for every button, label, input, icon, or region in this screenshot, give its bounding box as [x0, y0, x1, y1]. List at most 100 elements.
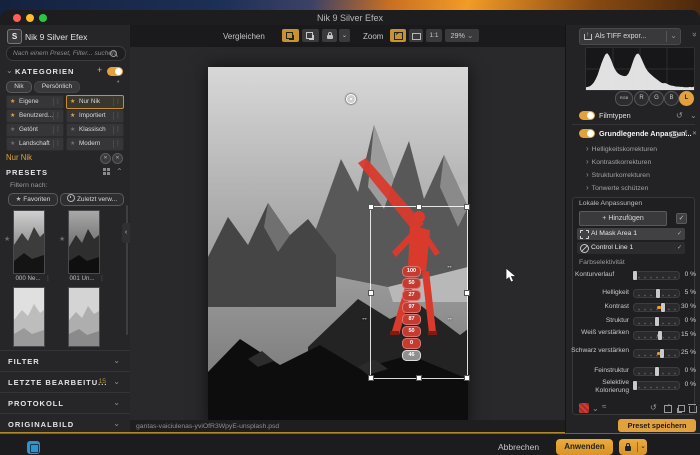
slider-thumb[interactable] [633, 381, 637, 390]
schwarz-verstaerken-slider[interactable] [633, 349, 680, 358]
apply-button[interactable]: Anwenden [556, 439, 613, 455]
collapse-panel-icon[interactable]: « [689, 32, 698, 36]
control-badge[interactable]: 46 [402, 350, 421, 361]
star-icon[interactable]: ★ [70, 124, 75, 136]
channel-r-button[interactable]: R [634, 91, 649, 106]
compare-history-button[interactable] [282, 29, 299, 42]
copy-icon[interactable] [678, 405, 685, 412]
slider-thumb[interactable] [655, 367, 659, 376]
reset-icon[interactable]: ↺ [681, 129, 688, 138]
slider-thumb[interactable] [656, 289, 660, 298]
selection-handle[interactable] [464, 290, 470, 296]
protect-tones-item[interactable]: ›Tonwerte schützen [586, 184, 648, 192]
lock-view-button[interactable] [322, 29, 337, 42]
slider-thumb[interactable] [660, 349, 664, 358]
slider-thumb[interactable] [633, 271, 637, 280]
helligkeit-slider[interactable] [633, 289, 680, 298]
selektive-kolorierung-slider[interactable] [633, 381, 680, 390]
section-protokoll[interactable]: PROTOKOLL ⌄ [0, 393, 130, 413]
kebab-icon[interactable]: ⋮ [55, 110, 61, 122]
brightness-corrections-item[interactable]: ›Helligkeitskorrekturen [586, 145, 657, 153]
selection-handle[interactable] [368, 290, 374, 296]
category-getoent[interactable]: ★ Getönt ⋮ [6, 123, 64, 137]
channel-l-button[interactable]: L [679, 91, 694, 106]
apply-options-button[interactable]: ⌄ [619, 439, 647, 455]
zoom-actual-size-button[interactable]: 1:1 [426, 29, 442, 42]
basic-adjustments-section[interactable]: Grundlegende Anpassun... ↺ ✕ [566, 126, 700, 140]
kebab-icon[interactable]: ⋮ [55, 124, 61, 136]
filmtypen-section[interactable]: Filmtypen ↺ ⌄ [566, 108, 700, 122]
preset-thumbnail[interactable] [13, 287, 45, 347]
add-checkbox[interactable]: ✓ [676, 213, 687, 224]
export-button[interactable]: Als TIFF expor... ⌄ [579, 28, 681, 45]
grid-view-icon[interactable] [103, 168, 110, 175]
star-icon[interactable]: ★ [10, 110, 15, 122]
control-badge[interactable]: 87 [402, 314, 421, 325]
check-icon[interactable]: ✓ [677, 242, 682, 254]
trash-icon[interactable] [689, 406, 697, 413]
struktur-slider[interactable] [633, 317, 680, 326]
structure-corrections-item[interactable]: ›Strukturkorrekturen [586, 171, 650, 179]
categories-toggle[interactable] [107, 67, 123, 76]
control-badge[interactable]: 50 [402, 326, 421, 337]
pill-options-dot-icon[interactable]: • [117, 79, 119, 86]
preset-thumbnail[interactable] [68, 210, 100, 274]
kebab-icon[interactable]: ⋮ [55, 96, 61, 108]
control-badge[interactable]: 0 [402, 338, 421, 349]
slider-thumb[interactable] [661, 303, 665, 312]
filter-pill-nik[interactable]: Nik [6, 81, 32, 93]
control-badge[interactable]: 50 [402, 278, 421, 289]
split-view-button[interactable] [302, 29, 319, 42]
section-filter[interactable]: FILTER ⌄ [0, 351, 130, 371]
kebab-icon[interactable]: ⋮ [55, 138, 61, 150]
selection-handle[interactable] [416, 204, 422, 210]
star-icon[interactable]: ★ [10, 138, 15, 150]
eye-icon[interactable] [669, 131, 679, 138]
cancel-button[interactable]: Abbrechen [498, 442, 539, 452]
channel-g-button[interactable]: G [649, 91, 664, 106]
category-landschaft[interactable]: ★ Landschaft ⋮ [6, 137, 64, 151]
category-benutzerdefiniert[interactable]: ★ Benutzerd... ⋮ [6, 109, 64, 123]
kebab-icon[interactable]: ⋮ [115, 124, 121, 136]
save-preset-button[interactable]: Preset speichern [618, 419, 696, 432]
curve-tool-icon[interactable]: ≈ [602, 402, 606, 411]
star-icon[interactable]: ★ [70, 96, 75, 108]
mask-view-icon[interactable] [579, 403, 589, 413]
star-icon[interactable]: ★ [59, 235, 65, 243]
chevron-down-icon[interactable]: ⌄ [690, 112, 697, 120]
channel-b-button[interactable]: B [664, 91, 679, 106]
layer-control-line[interactable]: Control Line 1 ✓ [577, 242, 685, 254]
star-icon[interactable]: ★ [70, 110, 75, 122]
resize-arrow-icon[interactable]: ↔ [446, 315, 453, 322]
zoom-fill-button[interactable] [409, 29, 423, 42]
control-badge[interactable]: 100 [402, 266, 421, 277]
reset-icon[interactable]: ↺ [650, 403, 657, 412]
favorites-pill[interactable]: ★ Favoriten [8, 193, 58, 206]
basic-adjustments-toggle[interactable] [579, 129, 595, 138]
filmtypen-toggle[interactable] [579, 111, 595, 120]
selection-handle[interactable] [368, 204, 374, 210]
star-icon[interactable]: ★ [10, 96, 15, 108]
konturverlauf-slider[interactable] [633, 271, 680, 280]
image-canvas[interactable]: 100 50 27 97 87 50 0 46 ↔ ↔ ↔ [130, 47, 565, 420]
zoom-level-dropdown[interactable]: 29% ⌄ [445, 29, 479, 42]
feinstruktur-slider[interactable] [633, 367, 680, 376]
kebab-icon[interactable]: ⋮ [115, 96, 121, 108]
chevron-up-icon[interactable]: ⌃ [116, 168, 123, 176]
resize-arrow-icon[interactable]: ↔ [361, 315, 368, 322]
sidebar-collapse-handle[interactable]: ‹ [122, 223, 130, 243]
preset-thumbnail[interactable] [68, 287, 100, 347]
section-letzte-bearbeitungen[interactable]: LETZTE BEARBEITU... 15 ⌄ [0, 372, 130, 392]
slider-thumb[interactable] [658, 331, 662, 340]
search-input[interactable]: Nach einem Preset, Filter... suchen [6, 46, 126, 61]
star-icon[interactable]: ★ [4, 235, 10, 243]
section-originalbild[interactable]: ORIGINALBILD ⌄ [0, 414, 130, 434]
title-bar[interactable]: Nik 9 Silver Efex [0, 10, 700, 26]
kontrast-slider[interactable] [633, 303, 680, 312]
category-modern[interactable]: ★ Modern ⋮ [66, 137, 124, 151]
kebab-icon[interactable]: ⋮ [115, 138, 121, 150]
preset-thumbnail[interactable] [13, 210, 45, 274]
contrast-corrections-item[interactable]: ›Kontrastkorrekturen [586, 158, 651, 166]
category-eigene[interactable]: ★ Eigene ⋮ [6, 95, 64, 109]
close-icon[interactable]: ✕ [692, 130, 697, 137]
